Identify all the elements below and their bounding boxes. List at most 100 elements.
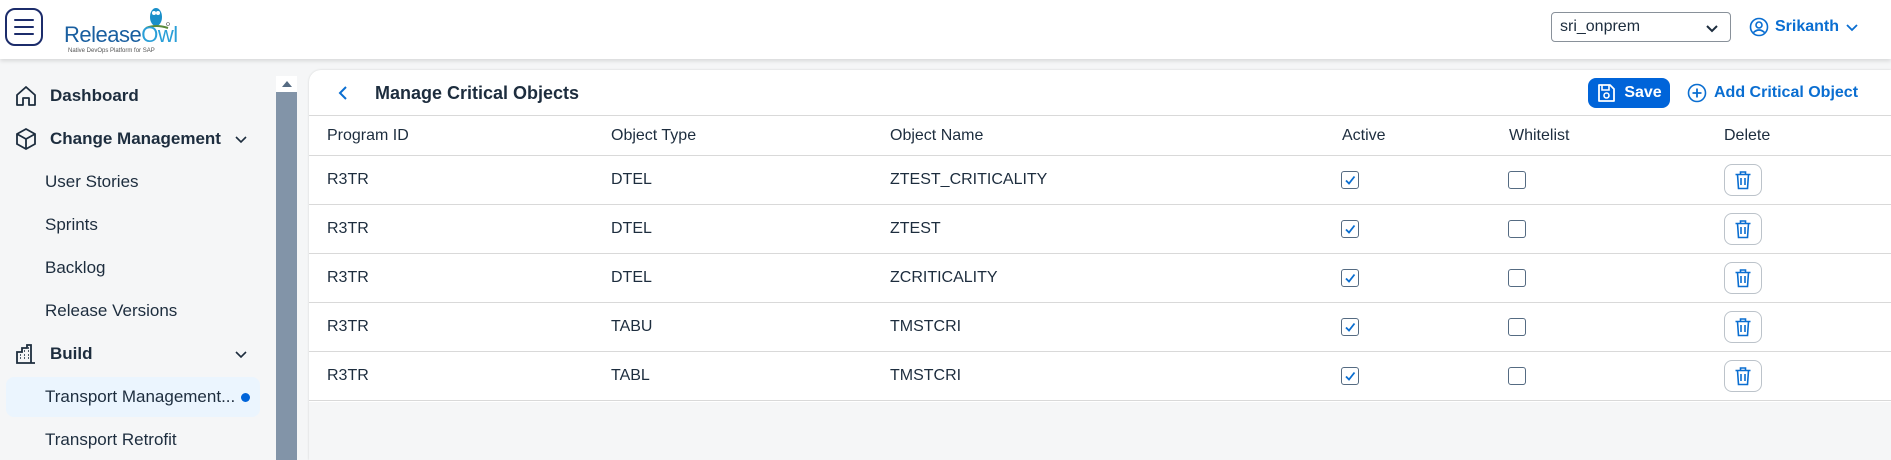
save-button[interactable]: Save xyxy=(1588,78,1670,108)
empty-panel-area xyxy=(309,402,1891,460)
delete-button[interactable] xyxy=(1724,163,1762,196)
sidebar-item-sprints[interactable]: Sprints xyxy=(6,205,260,245)
sidebar-scrollbar[interactable] xyxy=(276,76,297,460)
active-cell xyxy=(1324,204,1491,254)
system-select[interactable]: sri_onprem xyxy=(1551,12,1731,42)
menu-line xyxy=(14,33,34,35)
program-id-cell: R3TR xyxy=(309,253,593,303)
sidebar-item-label: Backlog xyxy=(45,258,106,277)
column-header-object-type: Object Type xyxy=(593,117,872,156)
whitelist-checkbox[interactable] xyxy=(1508,219,1526,238)
selected-indicator-dot xyxy=(241,393,250,402)
whitelist-checkbox[interactable] xyxy=(1508,366,1526,385)
program-id-cell: R3TR xyxy=(309,155,593,205)
sidebar-item-build[interactable]: Build xyxy=(6,334,260,374)
table-row[interactable]: R3TR TABU TMSTCRI xyxy=(309,302,1891,352)
chevron-left-icon xyxy=(338,86,347,100)
sidebar-item-transport-management[interactable]: Transport Management... xyxy=(6,377,260,417)
checkmark-icon xyxy=(1345,273,1356,283)
user-menu[interactable]: Srikanth xyxy=(1749,14,1859,40)
sidebar-item-change-management[interactable]: Change Management xyxy=(6,119,260,159)
page-toolbar: Manage Critical Objects Save Add Critica… xyxy=(309,70,1891,116)
menu-line xyxy=(14,19,34,21)
system-select-value: sri_onprem xyxy=(1560,18,1641,35)
object-type-cell: DTEL xyxy=(593,155,872,205)
table-row[interactable]: R3TR DTEL ZCRITICALITY xyxy=(309,253,1891,303)
delete-button[interactable] xyxy=(1724,212,1762,245)
delete-button[interactable] xyxy=(1724,261,1762,294)
logo-tagline: Native DevOps Platform for SAP xyxy=(68,48,155,54)
active-cell xyxy=(1324,253,1491,303)
checkmark-icon xyxy=(1345,175,1356,185)
delete-cell xyxy=(1706,155,1891,205)
object-name-cell: TMSTCRI xyxy=(872,351,1324,401)
sidebar-item-transport-retrofit[interactable]: Transport Retrofit xyxy=(6,420,260,460)
sidebar-item-label: Dashboard xyxy=(50,86,139,105)
object-type-cell: DTEL xyxy=(593,204,872,254)
program-id-cell: R3TR xyxy=(309,204,593,254)
whitelist-cell xyxy=(1491,253,1706,303)
chevron-down-icon[interactable] xyxy=(234,347,248,361)
sidebar-nav: Dashboard Change Management User Stories… xyxy=(0,59,276,460)
whitelist-cell xyxy=(1491,204,1706,254)
object-type-cell: TABL xyxy=(593,351,872,401)
active-checkbox[interactable] xyxy=(1341,366,1359,385)
delete-cell xyxy=(1706,351,1891,401)
sidebar-item-label: Transport Management... xyxy=(45,387,236,406)
object-name-cell: ZTEST_CRITICALITY xyxy=(872,155,1324,205)
table-header-row: Program ID Object Type Object Name Activ… xyxy=(309,117,1891,156)
program-id-cell: R3TR xyxy=(309,302,593,352)
whitelist-checkbox[interactable] xyxy=(1508,170,1526,189)
checkmark-icon xyxy=(1345,371,1356,381)
column-header-program-id: Program ID xyxy=(309,117,593,156)
whitelist-checkbox[interactable] xyxy=(1508,317,1526,336)
table-row[interactable]: R3TR TABL TMSTCRI xyxy=(309,351,1891,401)
sidebar-item-release-versions[interactable]: Release Versions xyxy=(6,291,260,331)
active-checkbox[interactable] xyxy=(1341,219,1359,238)
active-checkbox[interactable] xyxy=(1341,268,1359,287)
sidebar-item-backlog[interactable]: Backlog xyxy=(6,248,260,288)
releaseowl-logo[interactable]: ReleaseOwl Native DevOps Platform for SA… xyxy=(64,2,179,56)
chevron-down-icon[interactable] xyxy=(234,132,248,146)
delete-button[interactable] xyxy=(1724,359,1762,392)
trash-icon xyxy=(1735,219,1751,238)
column-header-object-name: Object Name xyxy=(872,117,1324,156)
save-button-label: Save xyxy=(1624,84,1662,101)
delete-button[interactable] xyxy=(1724,310,1762,343)
active-cell xyxy=(1324,155,1491,205)
user-icon xyxy=(1749,17,1769,37)
critical-objects-table: Program ID Object Type Object Name Activ… xyxy=(309,117,1891,401)
logo-wordmark-main: Release xyxy=(64,22,142,47)
sidebar-item-label: User Stories xyxy=(45,172,139,191)
whitelist-checkbox[interactable] xyxy=(1508,268,1526,287)
sidebar-item-user-stories[interactable]: User Stories xyxy=(6,162,260,202)
column-header-active: Active xyxy=(1324,117,1491,156)
user-name: Srikanth xyxy=(1775,18,1840,35)
object-name-cell: TMSTCRI xyxy=(872,302,1324,352)
delete-cell xyxy=(1706,204,1891,254)
chevron-down-icon xyxy=(1846,24,1858,32)
chevron-down-icon xyxy=(1706,25,1718,33)
home-icon xyxy=(13,83,39,109)
delete-cell xyxy=(1706,253,1891,303)
trash-icon xyxy=(1735,317,1751,336)
table-row[interactable]: R3TR DTEL ZTEST xyxy=(309,204,1891,254)
object-type-cell: TABU xyxy=(593,302,872,352)
object-name-cell: ZTEST xyxy=(872,204,1324,254)
hamburger-menu-button[interactable] xyxy=(5,8,43,46)
active-checkbox[interactable] xyxy=(1341,317,1359,336)
sidebar-item-dashboard[interactable]: Dashboard xyxy=(6,76,260,116)
add-critical-object-label: Add Critical Object xyxy=(1714,84,1859,101)
page-title: Manage Critical Objects xyxy=(375,83,580,103)
scroll-up-arrow-icon[interactable] xyxy=(276,76,297,92)
whitelist-cell xyxy=(1491,155,1706,205)
add-critical-object-button[interactable]: Add Critical Object xyxy=(1687,78,1858,108)
active-checkbox[interactable] xyxy=(1341,170,1359,189)
column-header-whitelist: Whitelist xyxy=(1491,117,1706,156)
active-cell xyxy=(1324,351,1491,401)
build-icon xyxy=(13,341,39,367)
table-row[interactable]: R3TR DTEL ZTEST_CRITICALITY xyxy=(309,155,1891,205)
change-management-icon xyxy=(13,126,39,152)
back-button[interactable] xyxy=(329,80,357,106)
column-header-delete: Delete xyxy=(1706,117,1891,156)
